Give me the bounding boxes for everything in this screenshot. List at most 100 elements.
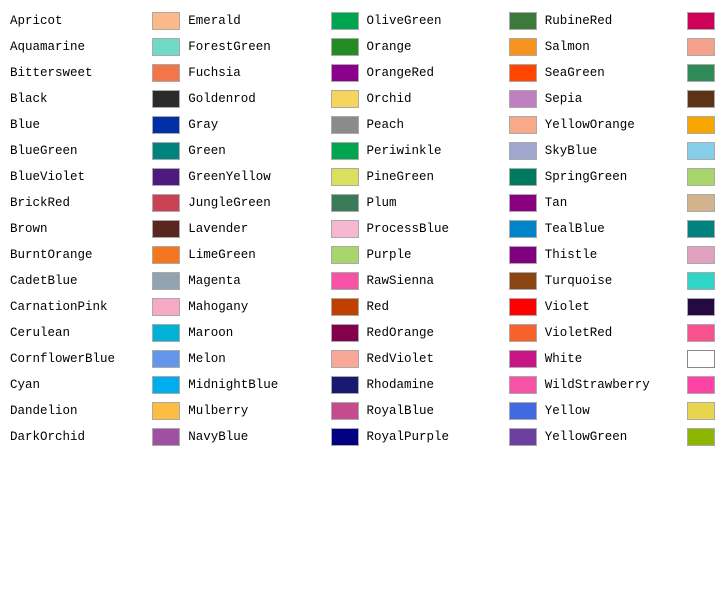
color-swatch <box>509 272 537 290</box>
color-swatch <box>331 12 359 30</box>
color-name: Tan <box>545 196 681 210</box>
color-name: PineGreen <box>367 170 503 184</box>
color-swatch <box>509 38 537 56</box>
color-name: Mulberry <box>188 404 324 418</box>
color-name: Red <box>367 300 503 314</box>
list-item: OliveGreen <box>363 8 541 34</box>
color-swatch <box>152 272 180 290</box>
list-item: RawSienna <box>363 268 541 294</box>
color-name: TealBlue <box>545 222 681 236</box>
color-name: Melon <box>188 352 324 366</box>
color-swatch <box>687 220 715 238</box>
color-name: RedViolet <box>367 352 503 366</box>
color-swatch <box>331 324 359 342</box>
color-name: CornflowerBlue <box>10 352 146 366</box>
list-item: NavyBlue <box>184 424 362 450</box>
color-swatch <box>152 142 180 160</box>
list-item: Bittersweet <box>6 60 184 86</box>
color-name: NavyBlue <box>188 430 324 444</box>
color-swatch <box>152 64 180 82</box>
list-item: SeaGreen <box>541 60 719 86</box>
color-name: Aquamarine <box>10 40 146 54</box>
color-swatch <box>331 220 359 238</box>
color-swatch <box>509 142 537 160</box>
color-name: MidnightBlue <box>188 378 324 392</box>
color-swatch <box>509 90 537 108</box>
list-item: Red <box>363 294 541 320</box>
list-item: White <box>541 346 719 372</box>
list-item: MidnightBlue <box>184 372 362 398</box>
list-item: JungleGreen <box>184 190 362 216</box>
list-item: DarkOrchid <box>6 424 184 450</box>
color-name: Maroon <box>188 326 324 340</box>
list-item: Sepia <box>541 86 719 112</box>
list-item: SpringGreen <box>541 164 719 190</box>
color-name: YellowGreen <box>545 430 681 444</box>
color-swatch <box>687 272 715 290</box>
color-swatch <box>152 298 180 316</box>
color-swatch <box>331 272 359 290</box>
color-name: Orange <box>367 40 503 54</box>
color-swatch <box>687 12 715 30</box>
column-2: OliveGreenOrangeOrangeRedOrchidPeachPeri… <box>363 8 541 450</box>
color-swatch <box>152 324 180 342</box>
list-item: Gray <box>184 112 362 138</box>
color-swatch <box>509 428 537 446</box>
color-name: Lavender <box>188 222 324 236</box>
column-0: ApricotAquamarineBittersweetBlackBlueBlu… <box>6 8 184 450</box>
list-item: VioletRed <box>541 320 719 346</box>
color-swatch <box>687 194 715 212</box>
list-item: LimeGreen <box>184 242 362 268</box>
list-item: BrickRed <box>6 190 184 216</box>
color-swatch <box>509 116 537 134</box>
list-item: Cyan <box>6 372 184 398</box>
color-name: SpringGreen <box>545 170 681 184</box>
color-name: OrangeRed <box>367 66 503 80</box>
color-swatch <box>152 194 180 212</box>
list-item: Mahogany <box>184 294 362 320</box>
list-item: Salmon <box>541 34 719 60</box>
color-swatch <box>331 142 359 160</box>
color-name: Sepia <box>545 92 681 106</box>
color-swatch <box>152 116 180 134</box>
list-item: BlueViolet <box>6 164 184 190</box>
color-swatch <box>509 350 537 368</box>
color-grid: ApricotAquamarineBittersweetBlackBlueBlu… <box>6 8 719 450</box>
color-swatch <box>509 298 537 316</box>
list-item: BurntOrange <box>6 242 184 268</box>
color-swatch <box>509 324 537 342</box>
list-item: Black <box>6 86 184 112</box>
color-swatch <box>152 220 180 238</box>
color-name: Emerald <box>188 14 324 28</box>
color-name: LimeGreen <box>188 248 324 262</box>
list-item: SkyBlue <box>541 138 719 164</box>
color-name: Magenta <box>188 274 324 288</box>
color-name: BrickRed <box>10 196 146 210</box>
list-item: Maroon <box>184 320 362 346</box>
color-swatch <box>152 428 180 446</box>
list-item: RoyalPurple <box>363 424 541 450</box>
color-swatch <box>687 350 715 368</box>
color-name: Turquoise <box>545 274 681 288</box>
color-name: RubineRed <box>545 14 681 28</box>
color-name: ProcessBlue <box>367 222 503 236</box>
color-swatch <box>331 298 359 316</box>
list-item: PineGreen <box>363 164 541 190</box>
color-name: Fuchsia <box>188 66 324 80</box>
color-name: RedOrange <box>367 326 503 340</box>
color-swatch <box>152 402 180 420</box>
list-item: Plum <box>363 190 541 216</box>
color-name: Gray <box>188 118 324 132</box>
list-item: RoyalBlue <box>363 398 541 424</box>
list-item: Brown <box>6 216 184 242</box>
color-name: RoyalBlue <box>367 404 503 418</box>
color-swatch <box>331 246 359 264</box>
list-item: CadetBlue <box>6 268 184 294</box>
color-swatch <box>687 142 715 160</box>
color-name: Yellow <box>545 404 681 418</box>
column-1: EmeraldForestGreenFuchsiaGoldenrodGrayGr… <box>184 8 362 450</box>
color-name: SeaGreen <box>545 66 681 80</box>
color-name: CarnationPink <box>10 300 146 314</box>
color-swatch <box>687 428 715 446</box>
color-swatch <box>687 298 715 316</box>
